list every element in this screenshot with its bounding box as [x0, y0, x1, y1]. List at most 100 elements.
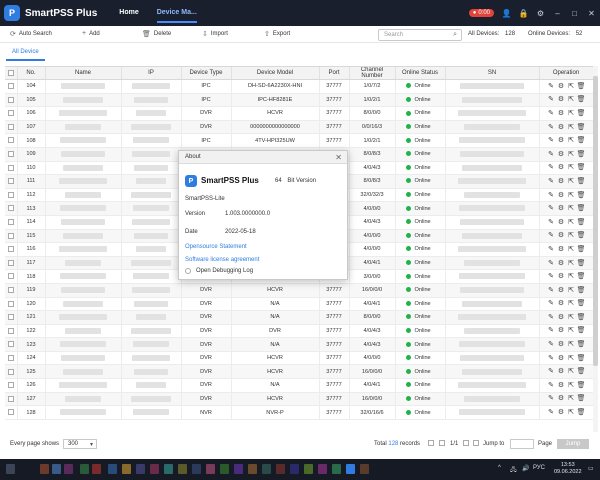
close-icon[interactable]: ✕: [335, 151, 342, 164]
trash-icon[interactable]: 🗑: [577, 137, 586, 144]
gear-icon[interactable]: ⚙: [558, 327, 565, 334]
row-select-cell[interactable]: [5, 392, 18, 407]
export-icon[interactable]: ⇱: [568, 164, 575, 171]
edit-icon[interactable]: ✎: [548, 368, 555, 375]
trash-icon[interactable]: 🗑: [577, 273, 586, 280]
col-header-ip[interactable]: IP: [121, 67, 182, 80]
volume-icon[interactable]: 🔊: [522, 465, 529, 472]
gear-icon[interactable]: ⚙: [558, 96, 565, 103]
col-header-sn[interactable]: SN: [445, 67, 540, 80]
opensource-statement-link[interactable]: Opensource Statement: [185, 244, 247, 250]
table-row[interactable]: 125 DVR HCVR 37777 16/0/0/0 Online ✎ ⚙ ⇱ 🗑: [5, 364, 593, 380]
row-checkbox[interactable]: [7, 151, 14, 158]
last-page-button[interactable]: [473, 440, 479, 446]
table-row[interactable]: 124 DVR HCVR 37777 4/0/0/0 Online ✎ ⚙ ⇱ 🗑: [5, 351, 593, 366]
taskbar-app-icon[interactable]: [178, 464, 187, 474]
edit-icon[interactable]: ✎: [548, 355, 555, 362]
export-icon[interactable]: ⇱: [568, 124, 575, 131]
row-checkbox[interactable]: [7, 382, 14, 389]
taskbar-app-icon[interactable]: [234, 464, 243, 474]
maximize-icon[interactable]: □: [570, 9, 579, 18]
export-icon[interactable]: ⇱: [568, 192, 575, 199]
export-icon[interactable]: ⇱: [568, 355, 575, 362]
taskbar-app-icon[interactable]: [80, 464, 89, 474]
taskbar-app-icon[interactable]: [276, 464, 285, 474]
export-icon[interactable]: ⇱: [568, 137, 575, 144]
search-icon[interactable]: ⌕: [453, 31, 457, 39]
edit-icon[interactable]: ✎: [548, 327, 555, 334]
row-select-cell[interactable]: [5, 133, 18, 148]
row-checkbox[interactable]: [7, 96, 14, 103]
export-icon[interactable]: ⇱: [568, 232, 575, 239]
edit-icon[interactable]: ✎: [548, 137, 555, 144]
clock[interactable]: 13:53 09.06.2022: [554, 462, 582, 476]
gear-icon[interactable]: ⚙: [558, 273, 565, 280]
user-icon[interactable]: 👤: [502, 9, 512, 18]
gear-icon[interactable]: ⚙: [558, 300, 565, 307]
row-select-cell[interactable]: [5, 93, 18, 108]
row-select-cell[interactable]: [5, 215, 18, 230]
gear-icon[interactable]: ⚙: [558, 151, 565, 158]
gear-icon[interactable]: ⚙: [558, 260, 565, 267]
table-row[interactable]: 123 DVR N/A 37777 4/0/4/3 Online ✎ ⚙ ⇱ 🗑: [5, 337, 593, 352]
export-icon[interactable]: ⇱: [568, 205, 575, 212]
row-checkbox[interactable]: [7, 137, 14, 144]
edit-icon[interactable]: ✎: [548, 314, 555, 321]
taskbar-app-icon[interactable]: [318, 464, 327, 474]
edit-icon[interactable]: ✎: [548, 409, 555, 416]
search-input[interactable]: Search ⌕: [378, 29, 462, 41]
taskbar-smartpss-icon[interactable]: [346, 464, 355, 474]
edit-icon[interactable]: ✎: [548, 164, 555, 171]
export-icon[interactable]: ⇱: [568, 246, 575, 253]
table-row[interactable]: 105 IPC IPC-HF8281E 37777 1/0/2/1 Online ✎ ⚙ ⇱ 🗑: [5, 93, 593, 108]
trash-icon[interactable]: 🗑: [577, 355, 586, 362]
row-checkbox[interactable]: [7, 178, 14, 185]
tray-up-icon[interactable]: ^: [498, 465, 501, 471]
trash-icon[interactable]: 🗑: [577, 395, 586, 402]
scrollbar-thumb[interactable]: [593, 76, 598, 366]
export-icon[interactable]: ⇱: [568, 341, 575, 348]
edit-icon[interactable]: ✎: [548, 124, 555, 131]
start-icon[interactable]: [6, 464, 15, 474]
edit-icon[interactable]: ✎: [548, 395, 555, 402]
row-select-cell[interactable]: [5, 324, 18, 339]
export-icon[interactable]: ⇱: [568, 151, 575, 158]
import-button[interactable]: ⇩ Import: [202, 30, 228, 38]
row-select-cell[interactable]: [5, 405, 18, 420]
delete-button[interactable]: 🗑 Delete: [142, 30, 171, 38]
gear-icon[interactable]: ⚙: [558, 368, 565, 375]
jump-page-input[interactable]: [510, 439, 534, 449]
row-select-cell[interactable]: [5, 79, 18, 94]
jump-button[interactable]: Jump: [557, 439, 589, 449]
lock-icon[interactable]: 🔒: [519, 9, 529, 18]
table-scrollbar[interactable]: [593, 66, 598, 432]
export-icon[interactable]: ⇱: [568, 287, 575, 294]
row-checkbox[interactable]: [7, 327, 14, 334]
export-icon[interactable]: ⇱: [568, 300, 575, 307]
edit-icon[interactable]: ✎: [548, 260, 555, 267]
trash-icon[interactable]: 🗑: [577, 192, 586, 199]
row-select-cell[interactable]: [5, 174, 18, 189]
row-checkbox[interactable]: [7, 368, 14, 375]
row-checkbox[interactable]: [7, 395, 14, 402]
trash-icon[interactable]: 🗑: [577, 409, 586, 416]
export-button[interactable]: ⇧ Export: [264, 30, 290, 38]
export-icon[interactable]: ⇱: [568, 110, 575, 117]
export-icon[interactable]: ⇱: [568, 368, 575, 375]
taskbar-app-icon[interactable]: [290, 464, 299, 474]
col-header-port[interactable]: Port: [319, 67, 350, 80]
edit-icon[interactable]: ✎: [548, 273, 555, 280]
edit-icon[interactable]: ✎: [548, 110, 555, 117]
row-checkbox[interactable]: [7, 341, 14, 348]
trash-icon[interactable]: 🗑: [577, 341, 586, 348]
trash-icon[interactable]: 🗑: [577, 260, 586, 267]
select-all-checkbox[interactable]: [5, 67, 18, 80]
trash-icon[interactable]: 🗑: [577, 151, 586, 158]
trash-icon[interactable]: 🗑: [577, 327, 586, 334]
row-checkbox[interactable]: [7, 259, 14, 266]
trash-icon[interactable]: 🗑: [577, 96, 586, 103]
row-checkbox[interactable]: [7, 300, 14, 307]
row-checkbox[interactable]: [7, 205, 14, 212]
row-select-cell[interactable]: [5, 242, 18, 257]
table-row[interactable]: 122 DVR DVR 37777 4/0/4/3 Online ✎ ⚙ ⇱ 🗑: [5, 324, 593, 339]
